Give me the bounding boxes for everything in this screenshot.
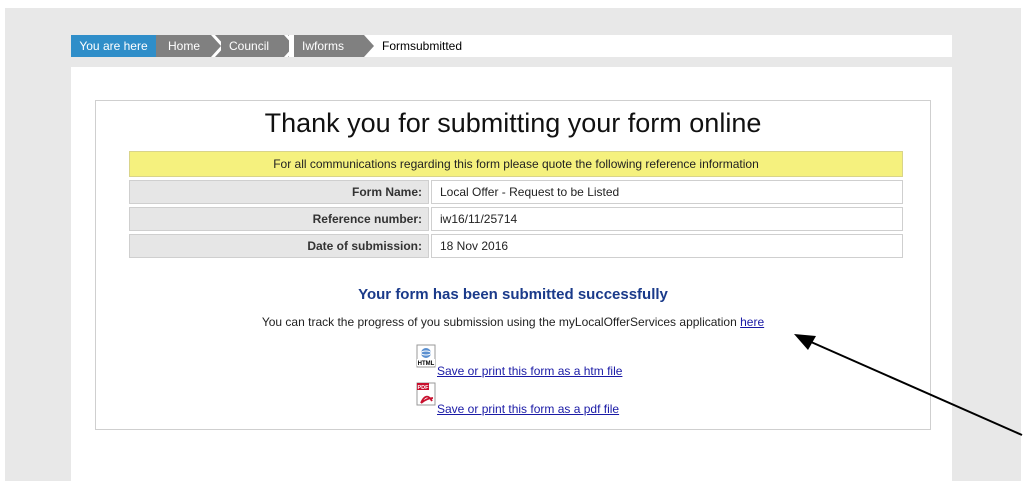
- form-name-label: Form Name:: [129, 180, 429, 204]
- date-of-submission-row: Date of submission: 18 Nov 2016: [129, 234, 903, 258]
- html-badge: HTML: [418, 361, 435, 367]
- track-progress-label: You can track the progress of you submis…: [261, 315, 737, 329]
- pdf-badge: PDF: [418, 385, 430, 391]
- reference-notice: For all communications regarding this fo…: [129, 151, 903, 177]
- reference-number-row: Reference number: iw16/11/25714: [129, 207, 903, 231]
- breadcrumb-current: Formsubmitted: [382, 39, 463, 53]
- breadcrumb-iwforms-link[interactable]: Iwforms: [294, 35, 364, 57]
- success-message: Your form has been submitted successfull…: [358, 286, 668, 303]
- form-name-row: Form Name: Local Offer - Request to be L…: [129, 180, 903, 204]
- breadcrumb-separator-icon: [364, 35, 374, 57]
- save-htm-link[interactable]: Save or print this form as a htm file: [437, 364, 622, 378]
- page-title: Thank you for submitting your form onlin…: [264, 108, 762, 138]
- track-progress-link[interactable]: here: [740, 315, 764, 329]
- reference-number-label: Reference number:: [129, 207, 429, 231]
- html-file-icon: HTML: [416, 344, 436, 368]
- reference-number-value: iw16/11/25714: [431, 207, 903, 231]
- form-name-value: Local Offer - Request to be Listed: [431, 180, 903, 204]
- breadcrumb: You are here Home Council Iwforms Formsu…: [71, 35, 952, 57]
- date-of-submission-label: Date of submission:: [129, 234, 429, 258]
- breadcrumb-you-are-here: You are here: [71, 35, 156, 57]
- save-pdf-link[interactable]: Save or print this form as a pdf file: [437, 402, 619, 416]
- breadcrumb-council-link[interactable]: Council: [221, 35, 289, 57]
- date-of-submission-value: 18 Nov 2016: [431, 234, 903, 258]
- pdf-file-icon: PDF: [416, 382, 436, 406]
- track-progress-text: You can track the progress of you submis…: [96, 315, 930, 329]
- annotation-arrow-icon: [794, 334, 1023, 436]
